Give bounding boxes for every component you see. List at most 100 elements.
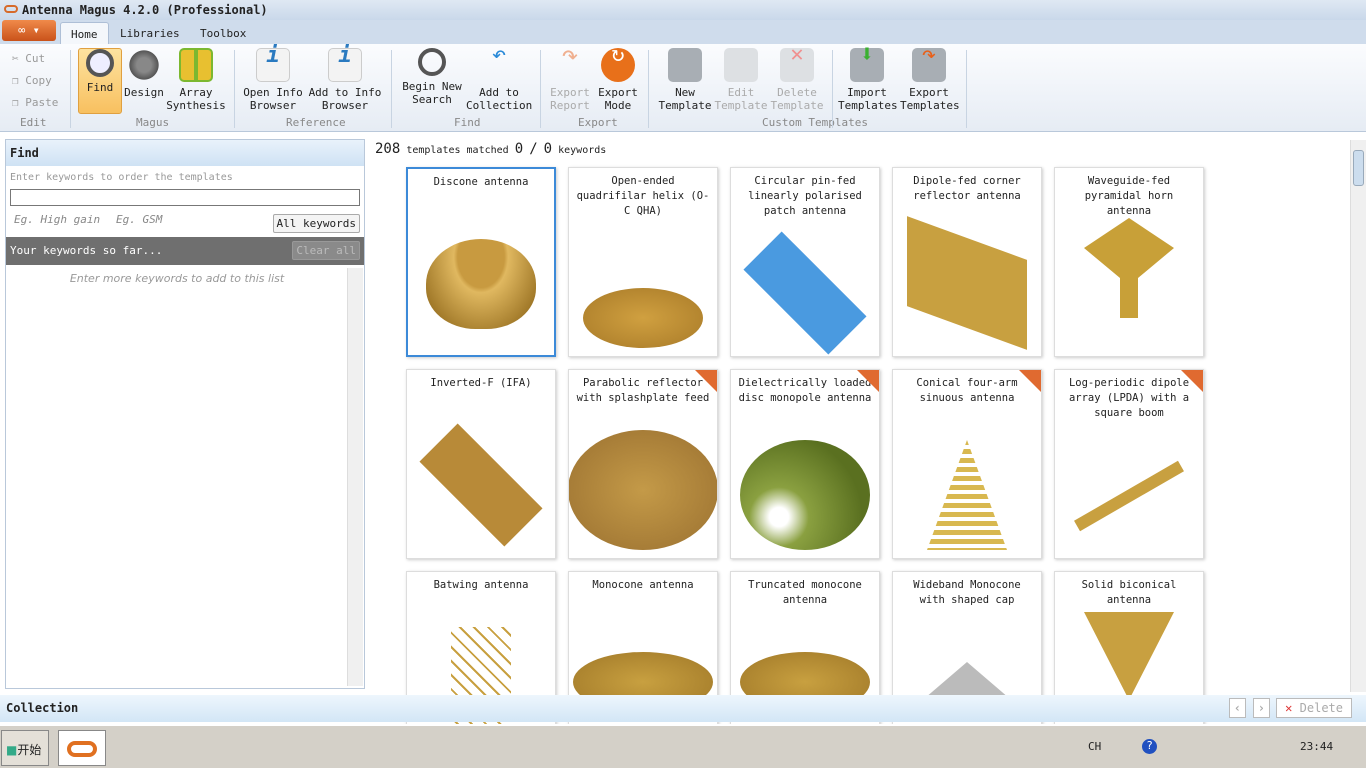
- template-card[interactable]: Parabolic reflector with splashplate fee…: [568, 369, 718, 559]
- app-logo-icon: [4, 5, 18, 13]
- delete-collection-button[interactable]: ✕ Delete: [1276, 698, 1352, 718]
- export-mode-icon: ↻: [601, 44, 635, 82]
- template-card[interactable]: Dipole-fed corner reflector antenna: [892, 167, 1042, 357]
- template-title: Circular pin-fed linearly polarised patc…: [748, 175, 862, 217]
- template-card[interactable]: Inverted-F (IFA): [406, 369, 556, 559]
- search-add-icon: [418, 48, 446, 76]
- template-card[interactable]: Log-periodic dipole array (LPDA) with a …: [1054, 369, 1204, 559]
- example-high-gain: Eg. High gain: [14, 213, 101, 226]
- input-language[interactable]: CH: [1088, 740, 1101, 753]
- custom-template-marker: [857, 370, 879, 392]
- paste-button[interactable]: ❐ Paste: [12, 96, 58, 109]
- tab-toolbox[interactable]: Toolbox: [190, 22, 256, 44]
- info-icon: i: [256, 45, 290, 82]
- previous-button[interactable]: ‹: [1228, 698, 1246, 718]
- antenna-preview-image: [743, 231, 867, 355]
- tab-libraries[interactable]: Libraries: [110, 22, 190, 44]
- collection-title: Collection: [6, 701, 79, 715]
- windows-logo-icon: ■: [6, 743, 18, 757]
- antenna-preview-image: [1074, 460, 1184, 532]
- collection-add-icon: ↶: [491, 40, 507, 68]
- add-to-collection-button[interactable]: ↶ Add to Collection: [466, 40, 532, 112]
- find-panel-title: Find: [6, 140, 364, 166]
- template-card[interactable]: Discone antenna: [406, 167, 556, 357]
- keyword-input[interactable]: [10, 189, 360, 206]
- template-title: Truncated monocone antenna: [748, 579, 862, 606]
- info-add-icon: i: [328, 45, 362, 82]
- keywords-so-far-label: Your keywords so far...: [10, 244, 163, 257]
- template-card[interactable]: Dielectrically loaded disc monopole ante…: [730, 369, 880, 559]
- delete-template-button[interactable]: ✕ Delete Template: [770, 44, 824, 113]
- template-title: Open-ended quadrifilar helix (O-C QHA): [576, 175, 710, 217]
- group-custom-templates-label: Custom Templates: [762, 116, 868, 129]
- new-template-button[interactable]: New Template: [658, 48, 712, 112]
- keywords-scrollbar[interactable]: [347, 268, 363, 686]
- template-title: Dipole-fed corner reflector antenna: [913, 175, 1021, 202]
- match-count: 208: [375, 141, 401, 157]
- tab-home[interactable]: Home: [60, 22, 109, 44]
- template-title: Inverted-F (IFA): [430, 377, 532, 389]
- all-keywords-button[interactable]: All keywords: [272, 214, 360, 233]
- custom-template-marker: [1019, 370, 1041, 392]
- array-synthesis-button[interactable]: Array Synthesis: [166, 48, 226, 112]
- title-bar: Antenna Magus 4.2.0 (Professional): [0, 0, 1366, 20]
- custom-template-marker: [695, 370, 717, 392]
- edit-template-button[interactable]: Edit Template: [714, 48, 768, 112]
- template-title: Solid biconical antenna: [1081, 579, 1177, 606]
- export-templates-button[interactable]: ↷ Export Templates: [900, 42, 960, 112]
- antenna-preview-image: [419, 423, 543, 547]
- antenna-magus-icon: [67, 741, 97, 757]
- find-panel: Find Enter keywords to order the templat…: [5, 139, 365, 689]
- antenna-preview-image: [927, 440, 1007, 550]
- template-title: Wideband Monocone with shaped cap: [913, 579, 1021, 606]
- application-menu-button[interactable]: ∞ ▾: [2, 20, 56, 41]
- results-scrollbar[interactable]: [1350, 140, 1366, 692]
- template-card[interactable]: Waveguide-fed pyramidal horn antenna: [1054, 167, 1204, 357]
- briefcase-add-icon: [668, 48, 702, 82]
- template-card[interactable]: Open-ended quadrifilar helix (O-C QHA): [568, 167, 718, 357]
- antenna-preview-image: [426, 239, 536, 329]
- begin-new-search-button[interactable]: Begin New Search: [400, 48, 464, 106]
- briefcase-edit-icon: [724, 48, 758, 82]
- import-icon: ⬇: [850, 42, 884, 82]
- add-to-info-browser-button[interactable]: i Add to Info Browser: [308, 45, 382, 113]
- collection-bar: Collection ✕ Delete ‹ ›: [0, 695, 1366, 722]
- find-button[interactable]: Find: [78, 48, 122, 114]
- export-report-button[interactable]: ↷ Export Report: [548, 38, 592, 113]
- briefcase-delete-icon: ✕: [780, 44, 814, 82]
- gears-icon: [127, 48, 161, 82]
- help-icon[interactable]: ?: [1142, 739, 1157, 754]
- copy-button[interactable]: ❐ Copy: [12, 74, 52, 87]
- template-card[interactable]: Conical four-arm sinuous antenna: [892, 369, 1042, 559]
- delete-icon: ✕: [1285, 701, 1293, 715]
- antenna-preview-image: [740, 440, 870, 550]
- scroll-thumb[interactable]: [1353, 150, 1364, 186]
- custom-template-marker: [1181, 370, 1203, 392]
- antenna-preview-image: [907, 216, 1027, 350]
- clock: 23:44: [1300, 740, 1334, 753]
- open-info-browser-button[interactable]: i Open Info Browser: [242, 45, 304, 113]
- results-summary: 208 templates matched 0 / 0 keywords: [375, 141, 607, 157]
- grid-icon: [179, 48, 213, 82]
- keywords-hint: Enter keywords to order the templates: [10, 172, 233, 183]
- group-reference-label: Reference: [286, 116, 346, 129]
- start-button[interactable]: ■开始: [1, 730, 49, 766]
- import-templates-button[interactable]: ⬇ Import Templates: [838, 42, 898, 112]
- template-title: Waveguide-fed pyramidal horn antenna: [1084, 175, 1174, 217]
- group-edit-label: Edit: [20, 116, 47, 129]
- template-title: Batwing antenna: [433, 579, 529, 591]
- next-button[interactable]: ›: [1252, 698, 1270, 718]
- design-button[interactable]: Design: [124, 48, 164, 99]
- template-card[interactable]: Circular pin-fed linearly polarised patc…: [730, 167, 880, 357]
- ribbon-tabs: Home Libraries Toolbox: [0, 20, 1366, 44]
- antenna-preview-image: [583, 288, 703, 348]
- taskbar-antenna-magus[interactable]: [58, 730, 106, 766]
- export-arrow-icon: ↷: [561, 38, 579, 71]
- clear-all-button[interactable]: Clear all: [292, 241, 360, 260]
- export-mode-button[interactable]: ↻ Export Mode: [596, 44, 640, 113]
- cut-button[interactable]: ✂ Cut: [12, 52, 45, 65]
- group-magus-label: Magus: [136, 116, 170, 129]
- ribbon: ✂ Cut ❐ Copy ❐ Paste Edit Find Design Ar…: [0, 38, 1366, 132]
- template-title: Monocone antenna: [592, 579, 694, 591]
- template-title: Discone antenna: [433, 176, 529, 188]
